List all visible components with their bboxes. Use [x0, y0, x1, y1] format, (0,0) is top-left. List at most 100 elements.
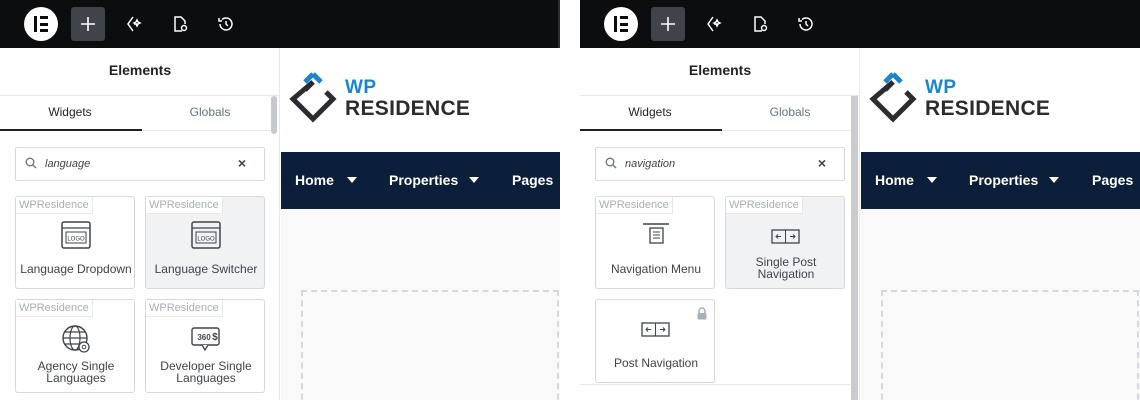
widget-card-language-dropdown[interactable]: WPResidence LOGO Language Dropdown [15, 196, 135, 289]
sidebar-title: Elements [688, 62, 752, 78]
price-360-icon: 360 $ [191, 327, 220, 352]
site-navbar-preview: Home Properties Pages [861, 152, 1140, 209]
search-icon [25, 157, 37, 169]
svg-text:$: $ [212, 332, 218, 343]
nav-item-properties[interactable]: Properties [389, 172, 458, 188]
widget-label: Agency Single Languages [37, 359, 115, 385]
search-input[interactable] [625, 156, 805, 172]
page-settings-icon [754, 16, 768, 32]
widget-card-agency-single-languages[interactable]: WPResidence Agency Single Languages [15, 299, 135, 393]
chevron-down-icon [927, 177, 937, 183]
page-canvas [281, 209, 560, 400]
site-navbar-preview: Home Properties Pages [281, 152, 560, 209]
elements-sidebar: Elements Widgets Globals × WPResidence L… [0, 48, 280, 400]
nav-item-home[interactable]: Home [875, 172, 914, 188]
sparkle-icon [707, 16, 722, 32]
chevron-down-icon [1049, 177, 1059, 183]
logo-window-icon: LOGO [191, 221, 221, 249]
history-button[interactable] [789, 7, 823, 41]
add-element-button[interactable] [651, 7, 685, 41]
brand-name-bottom: RESIDENCE [925, 97, 1051, 120]
tab-globals[interactable]: Globals [720, 105, 860, 119]
drop-zone[interactable] [881, 290, 1139, 400]
plus-icon [661, 17, 675, 31]
top-toolbar [580, 0, 1140, 48]
svg-text:LOGO: LOGO [197, 237, 215, 243]
page-canvas [861, 209, 1140, 400]
history-button[interactable] [209, 7, 243, 41]
search-icon [605, 157, 617, 169]
widget-source-badge: WPResidence [726, 197, 803, 214]
nav-item-pages[interactable]: Pages [1092, 172, 1133, 188]
brand-name-bottom: RESIDENCE [345, 97, 471, 120]
widget-label: Single Post Navigation [755, 255, 817, 281]
divider [0, 95, 280, 96]
tab-widgets[interactable]: Widgets [580, 105, 720, 119]
widget-card-developer-single-languages[interactable]: WPResidence 360 $ Developer Single Langu… [145, 299, 265, 393]
widget-label: Developer Single Languages [160, 359, 252, 385]
site-header-preview: WP RESIDENCE [861, 48, 1140, 152]
nav-item-properties[interactable]: Properties [969, 172, 1038, 188]
ai-button[interactable] [117, 7, 151, 41]
scrollbar[interactable] [271, 96, 277, 134]
chevron-down-icon [469, 177, 479, 183]
elementor-logo-icon[interactable] [604, 7, 638, 41]
lock-icon [697, 307, 707, 320]
widget-label: Language Switcher [154, 262, 258, 276]
toolbar-divider [558, 0, 560, 48]
chevron-down-icon [347, 177, 357, 183]
editor-panel-left: Elements Widgets Globals × WPResidence L… [0, 0, 560, 400]
plus-icon [81, 17, 95, 31]
editor-panel-right: Elements Widgets Globals × WPResidence N… [580, 0, 1140, 400]
widget-card-language-switcher[interactable]: WPResidence LOGO Language Switcher [145, 196, 265, 289]
post-nav-icon [641, 322, 670, 337]
clear-search-icon[interactable]: × [815, 155, 829, 171]
post-nav-icon [771, 229, 800, 244]
widget-card-navigation-menu[interactable]: WPResidence Navigation Menu [595, 196, 715, 289]
widget-card-post-navigation[interactable]: Post Navigation [595, 299, 715, 383]
clear-search-icon[interactable]: × [235, 155, 249, 171]
page-settings-icon [174, 16, 188, 32]
section-divider [580, 384, 850, 385]
add-element-button[interactable] [71, 7, 105, 41]
scrollbar[interactable] [851, 96, 858, 400]
history-icon [218, 17, 233, 31]
page-settings-button[interactable] [163, 7, 197, 41]
brand-name-top: WP [925, 77, 957, 98]
widget-label: Language Dropdown [20, 262, 132, 276]
nav-item-pages[interactable]: Pages [512, 172, 553, 188]
widget-source-badge: WPResidence [16, 300, 93, 317]
page-settings-button[interactable] [743, 7, 777, 41]
widget-source-badge: WPResidence [596, 197, 673, 214]
top-toolbar [0, 0, 560, 48]
tab-active-indicator [580, 129, 722, 131]
widget-card-single-post-navigation[interactable]: WPResidence Single Post Navigation [725, 196, 845, 289]
globe-gear-icon [62, 325, 90, 353]
drop-zone[interactable] [301, 290, 559, 400]
widget-source-badge: WPResidence [16, 197, 93, 214]
elements-sidebar: Elements Widgets Globals × WPResidence N… [580, 48, 860, 400]
logo-window-icon: LOGO [61, 221, 91, 249]
history-icon [798, 17, 813, 31]
ai-button[interactable] [697, 7, 731, 41]
sparkle-icon [127, 16, 142, 32]
nav-item-home[interactable]: Home [295, 172, 334, 188]
tab-active-indicator [0, 129, 142, 131]
site-header-preview: WP RESIDENCE [281, 48, 560, 152]
tab-globals[interactable]: Globals [140, 105, 280, 119]
search-input[interactable] [45, 156, 225, 172]
divider [580, 95, 860, 96]
widget-source-badge: WPResidence [146, 300, 223, 317]
svg-text:LOGO: LOGO [67, 237, 85, 243]
widget-search: × [595, 147, 845, 181]
svg-text:360: 360 [197, 333, 211, 342]
wp-residence-logo-icon [289, 72, 337, 123]
brand-name-top: WP [345, 77, 377, 98]
widget-source-badge: WPResidence [146, 197, 223, 214]
tab-widgets[interactable]: Widgets [0, 105, 140, 119]
elementor-logo-icon[interactable] [24, 7, 58, 41]
sidebar-title: Elements [108, 62, 172, 78]
widget-label: Navigation Menu [610, 262, 702, 276]
wp-residence-logo-icon [869, 72, 917, 123]
widget-search: × [15, 147, 265, 181]
